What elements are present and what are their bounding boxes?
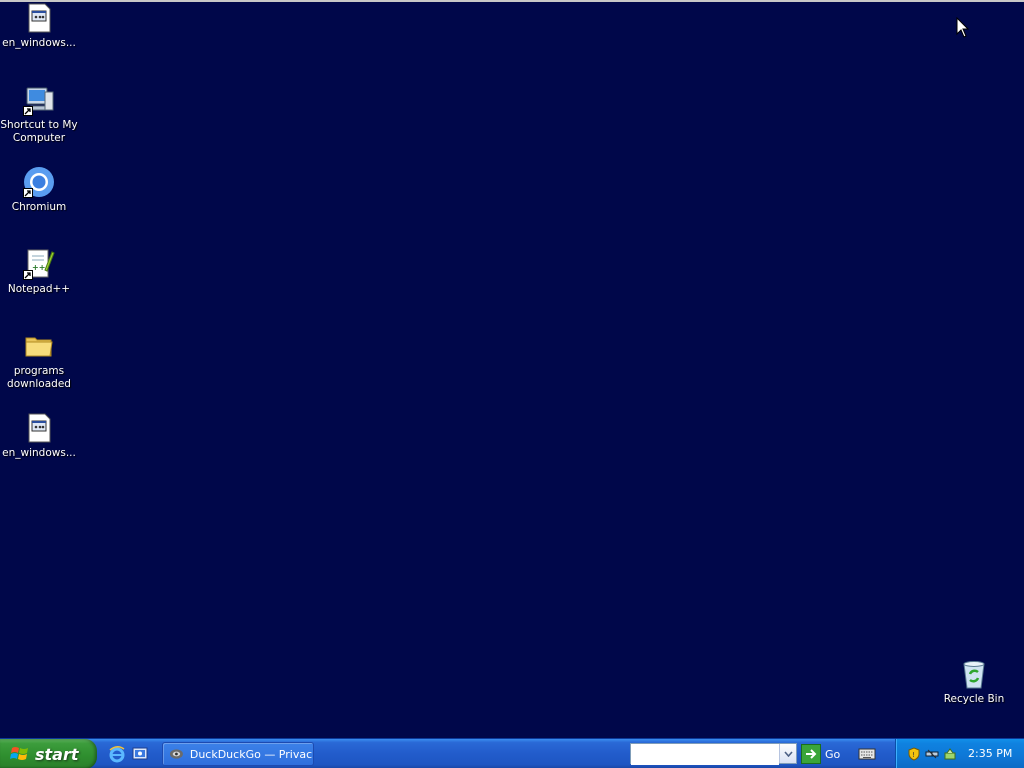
- taskbar-window-label: DuckDuckGo — Privac...: [189, 747, 313, 761]
- security-shield-icon[interactable]: !: [907, 747, 921, 761]
- desktop-icon-recycle-bin[interactable]: Recycle Bin: [935, 658, 1013, 706]
- desktop-icon-chromium[interactable]: Chromium: [0, 166, 78, 214]
- start-label: start: [35, 744, 79, 764]
- folder-icon: [23, 330, 55, 362]
- browser-window-icon: [169, 749, 183, 759]
- keyboard-icon[interactable]: [858, 747, 876, 761]
- svg-text:++: ++: [32, 263, 45, 272]
- svg-text:!: !: [912, 751, 915, 759]
- shortcut-arrow-icon: [23, 188, 33, 198]
- show-desktop-icon[interactable]: [131, 745, 149, 763]
- internet-explorer-icon[interactable]: [108, 745, 126, 763]
- desktop-icon-label: Shortcut to My Computer: [0, 119, 78, 144]
- desktop-icon-en-windows-2[interactable]: en_windows...: [0, 412, 78, 460]
- system-tray: ! 2:35 PM: [895, 739, 1024, 768]
- desktop-icon-label: programs downloaded: [7, 365, 71, 390]
- desktop-icon-label: en_windows...: [2, 37, 76, 49]
- go-label: Go: [825, 747, 841, 761]
- installer-file-icon: [23, 412, 55, 444]
- desktop-icon-notepadpp[interactable]: ++ Notepad++: [0, 248, 78, 296]
- my-computer-shortcut-icon: [23, 84, 55, 116]
- desktop-icon-label: Chromium: [11, 201, 67, 213]
- recycle-bin-icon: [958, 658, 990, 690]
- chevron-down-icon: [783, 750, 793, 757]
- clock[interactable]: 2:35 PM: [968, 747, 1012, 760]
- shortcut-arrow-icon: [23, 270, 33, 280]
- notepadpp-icon: ++: [23, 248, 55, 280]
- desktop-icon-label: Notepad++: [7, 283, 71, 295]
- installer-file-icon: [23, 2, 55, 34]
- desktop-icon-label: en_windows...: [2, 447, 76, 459]
- desktop-icon-en-windows-1[interactable]: en_windows...: [0, 2, 78, 50]
- go-button[interactable]: Go: [801, 743, 840, 765]
- go-arrow-icon: [801, 744, 821, 764]
- top-edge-line: [0, 0, 1024, 2]
- windows-logo-icon: [10, 747, 28, 760]
- address-dropdown-button[interactable]: [779, 744, 796, 763]
- address-bar: [630, 743, 797, 765]
- taskbar-window-duckduckgo[interactable]: DuckDuckGo — Privac...: [162, 742, 314, 766]
- mouse-cursor-icon: [956, 17, 970, 38]
- network-icon[interactable]: [925, 747, 939, 761]
- chromium-icon: [23, 166, 55, 198]
- taskbar: start DuckDuckGo — Privac... Go ! 2:35 P…: [0, 738, 1024, 768]
- desktop-icon-label: Recycle Bin: [943, 693, 1005, 705]
- desktop-icon-programs-downloaded[interactable]: programs downloaded: [0, 330, 78, 391]
- address-input[interactable]: [631, 746, 779, 765]
- shortcut-arrow-icon: [23, 106, 33, 116]
- safely-remove-hardware-icon[interactable]: [943, 747, 957, 761]
- start-button[interactable]: start: [0, 739, 97, 768]
- desktop-icon-my-computer[interactable]: Shortcut to My Computer: [0, 84, 78, 145]
